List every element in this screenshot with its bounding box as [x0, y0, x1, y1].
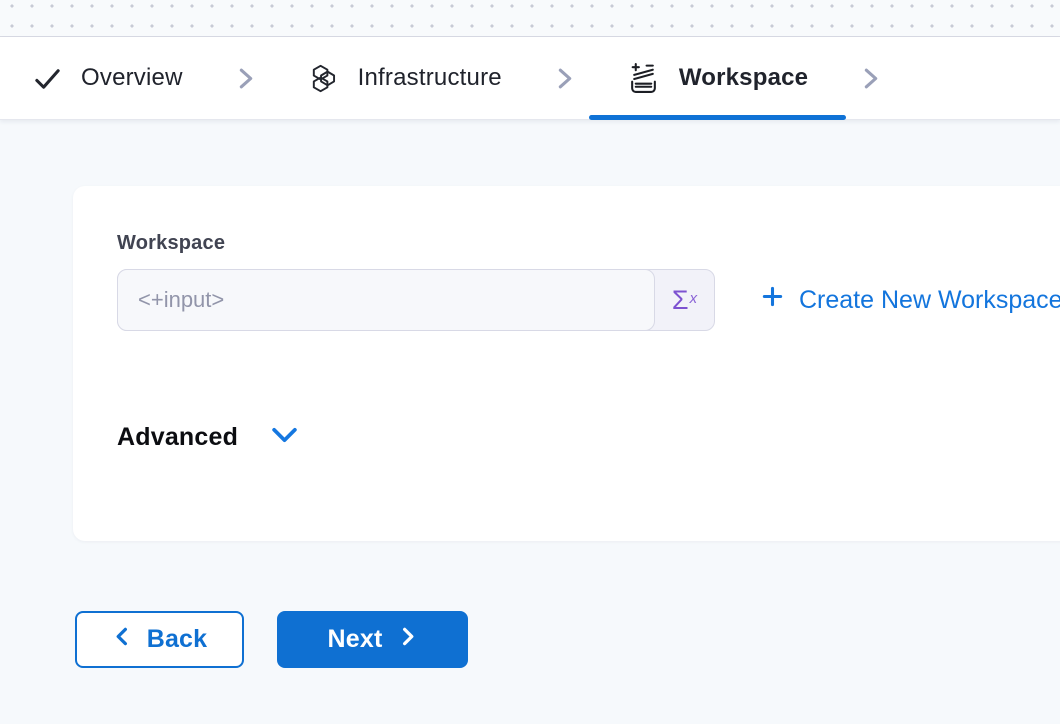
wizard-content: Workspace Σx Create New Workspace Adv — [0, 186, 1060, 668]
step-workspace[interactable]: Workspace — [589, 37, 846, 119]
chevron-right-separator-icon — [552, 65, 577, 92]
chevron-left-icon — [112, 625, 133, 655]
hexagons-icon — [308, 63, 339, 94]
step-overview-label: Overview — [81, 64, 183, 92]
create-link-label: Create New Workspace — [799, 286, 1060, 315]
step-infrastructure[interactable]: Infrastructure — [270, 37, 540, 119]
back-button[interactable]: Back — [75, 611, 244, 668]
workspace-card: Workspace Σx Create New Workspace Adv — [73, 186, 1060, 541]
plus-icon — [761, 285, 784, 315]
chevron-down-icon — [270, 425, 299, 450]
chevron-right-icon — [397, 625, 418, 655]
wizard-actions: Back Next — [75, 611, 1060, 668]
workspace-input-group: Σx — [117, 269, 715, 331]
step-overview[interactable]: Overview — [0, 37, 221, 119]
sigma-x-label: x — [690, 290, 698, 307]
workflow-canvas-background — [0, 0, 1060, 37]
expression-editor-button[interactable]: Σx — [655, 270, 714, 330]
chevron-right-separator-icon — [858, 65, 883, 92]
workspace-stack-icon — [627, 62, 660, 95]
sigma-icon: Σ — [672, 285, 689, 316]
next-button-label: Next — [328, 625, 383, 654]
active-step-indicator — [589, 115, 846, 120]
workspace-field-label: Workspace — [117, 232, 1056, 255]
chevron-right-separator-icon — [233, 65, 258, 92]
workspace-input[interactable] — [117, 269, 655, 331]
check-icon — [33, 64, 62, 93]
create-new-workspace-link[interactable]: Create New Workspace — [761, 285, 1060, 315]
next-button[interactable]: Next — [277, 611, 468, 668]
workspace-field-row: Σx Create New Workspace — [117, 269, 1056, 331]
back-button-label: Back — [147, 625, 208, 654]
advanced-toggle[interactable]: Advanced — [117, 423, 299, 452]
advanced-label: Advanced — [117, 423, 238, 452]
step-infrastructure-label: Infrastructure — [358, 64, 502, 92]
step-workspace-label: Workspace — [679, 64, 808, 92]
wizard-stepper: Overview Infrastructure — [0, 37, 1060, 120]
